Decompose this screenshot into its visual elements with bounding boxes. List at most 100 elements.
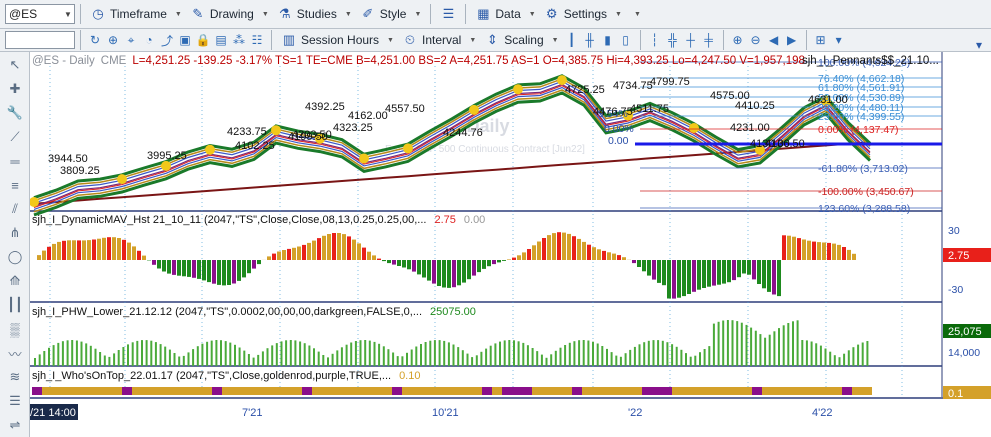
tick-icon[interactable]: ┼ [682,31,700,49]
candle-icon[interactable]: ▮ [599,31,617,49]
volume-bar [671,344,674,366]
text-tool-icon[interactable]: ☰ [3,390,27,412]
horizontal-line-icon[interactable]: ═ [3,150,27,172]
ribbon-segment [732,387,742,395]
layout-toggle[interactable]: ☰ [436,3,460,25]
expand-icon[interactable]: ▾ [830,31,848,49]
ribbon-segment [712,387,722,395]
channel-icon[interactable]: ⫽ [3,198,27,220]
histogram-bar [727,260,731,283]
histogram-bar [107,237,111,260]
volume-bar [564,345,567,366]
scroll-left-icon[interactable]: ◀ [765,31,783,49]
ribbon-segment [332,387,342,395]
histogram-bar [557,232,561,260]
histogram-bar [82,240,86,260]
timeframe-menu[interactable]: ◷ Timeframe ▼ [86,3,186,25]
volume-bar [582,340,585,366]
network-icon[interactable]: ⁂ [230,31,248,49]
settings-menu[interactable]: ⚙ Settings ▼ [540,3,626,25]
chart-canvas[interactable]: Daily E-mini S&P 500 Continuous Contract… [30,52,991,437]
grid-lines-icon[interactable]: ▒ [3,318,27,340]
ribbon-segment [392,387,402,395]
studies-menu[interactable]: ⚗ Studies ▼ [273,3,356,25]
histogram-bar [407,260,411,270]
histogram-bar [632,260,636,264]
histogram-bar [337,233,341,260]
drawing-menu[interactable]: ✎ Drawing ▼ [186,3,273,25]
style-menu[interactable]: ✐ Style ▼ [356,3,426,25]
speedometer-icon[interactable]: ◔ [140,31,158,49]
zoom-in-icon[interactable]: ⊕ [729,31,747,49]
session-hours-menu[interactable]: ▥ Session Hours ▼ [277,29,398,51]
hollow-candle-icon[interactable]: ▯ [617,31,635,49]
histogram-bar [122,239,126,260]
ribbon-segment [52,387,62,395]
ribbon-segment [432,387,442,395]
scaling-menu[interactable]: ⇕ Scaling ▼ [480,29,562,51]
list-icon[interactable]: ☷ [248,31,266,49]
histogram-bar [617,255,621,260]
ribbon-segment [402,387,412,395]
brush-icon: ✐ [362,6,374,21]
wrench-icon[interactable]: 🔧 [3,102,27,124]
fib-icon[interactable]: ≡ [3,174,27,196]
volume-bar [103,355,106,366]
scroll-right-icon[interactable]: ▶ [783,31,801,49]
pct-label: 0.00% [604,123,634,135]
histogram-bar [452,260,456,288]
histogram-bar [537,241,541,260]
crosshair-icon[interactable]: ⌖ [122,31,140,49]
histogram-bar [182,260,186,277]
symbol-input[interactable]: @ES ▼ [5,4,75,24]
histogram-bar [432,260,436,284]
spread-icon[interactable]: ┆ [646,31,664,49]
price-label: 4244.76 [443,127,483,139]
fan-icon[interactable]: ⟰ [3,270,27,292]
cycle-icon[interactable]: ≋ [3,366,27,388]
ribbon-segment [112,387,122,395]
volume-bar [801,340,804,366]
cursor-icon[interactable]: ⊕ [104,31,122,49]
ohlc-icon[interactable]: ╫ [581,31,599,49]
lock-icon[interactable]: 🔒 [194,31,212,49]
volume-icon[interactable]: ╬ [664,31,682,49]
volume-bar [601,346,604,366]
volume-bar [252,357,255,366]
refresh-icon[interactable]: ↻ [86,31,104,49]
data-menu[interactable]: ▦ Data ▼ [471,3,539,25]
histogram-bar [742,260,746,274]
histogram-bar [167,260,171,274]
arrow-tool-icon[interactable]: ⇌ [3,414,27,436]
interval-menu[interactable]: ⏲ Interval ▼ [398,29,480,51]
window-icon[interactable]: ▣ [176,31,194,49]
ribbon-segment [162,387,172,395]
histogram-bar [232,260,236,284]
chevron-down-icon[interactable]: ▼ [62,10,74,19]
vertical-lines-icon[interactable]: ┃┃ [3,294,27,316]
ribbon-segment [82,387,92,395]
overflow-menu[interactable]: ▼ [626,3,645,25]
histogram-bar [397,260,401,266]
interval-input[interactable] [5,31,75,49]
wave-icon[interactable]: 〰 [3,342,27,364]
ind1-axis-bottom: -30 [948,284,963,296]
ribbon-segment [282,387,292,395]
pitchfork-icon[interactable]: ⋔ [3,222,27,244]
add-chart-icon[interactable]: ⊞ [812,31,830,49]
ellipse-icon[interactable]: ◯ [3,246,27,268]
crosshair-tool-icon[interactable]: ✚ [3,78,27,100]
volume-bar [364,340,367,366]
bar-style-icon[interactable]: ┃ [563,31,581,49]
trendline-icon[interactable]: ⟋ [3,126,27,148]
pointer-icon[interactable]: ↖ [3,54,27,76]
histogram-bar [587,244,591,260]
histogram-bar [197,260,201,279]
zoom-out-icon[interactable]: ⊖ [747,31,765,49]
price-label: 4511.75 [630,103,669,115]
chart-icon[interactable]: ▤ [212,31,230,49]
volume-bar [866,341,869,366]
window-menu-icon[interactable]: ▾ [970,36,988,54]
trend-icon[interactable]: ⤴ [158,31,176,49]
range-icon[interactable]: ╪ [700,31,718,49]
